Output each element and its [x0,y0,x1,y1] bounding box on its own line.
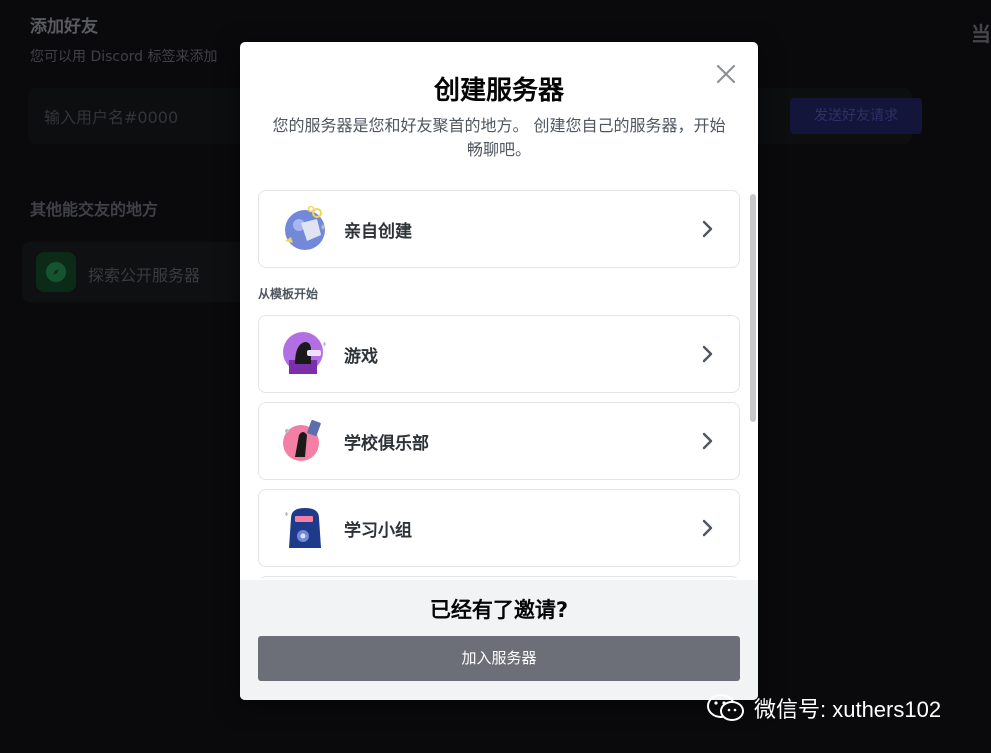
username-input[interactable]: 输入用户名#0000 [44,104,178,128]
template-next-option[interactable] [258,576,740,578]
explore-public-servers-button[interactable]: 探索公开服务器 [22,242,262,302]
chevron-right-icon [697,518,717,538]
add-friend-subtitle: 您可以用 Discord 标签来添加 [30,49,218,65]
add-friend-title: 添加好友 [30,17,98,37]
wechat-icon [707,694,744,721]
options-scroll-area: 亲自创建 从模板开始 游戏 学校俱乐部 学习小组 [240,190,758,578]
explore-label: 探索公开服务器 [88,266,201,285]
template-school-club-option[interactable]: 学校俱乐部 [258,402,740,480]
chevron-right-icon [697,344,717,364]
gaming-icon [281,330,329,378]
modal-footer: 已经有了邀请? 加入服务器 [240,580,758,700]
modal-title: 创建服务器 [433,76,564,106]
chevron-right-icon [697,431,717,451]
study-group-icon [281,504,329,552]
chevron-right-icon [697,219,717,239]
create-my-own-option[interactable]: 亲自创建 [258,190,740,268]
template-label: 游戏 [344,347,378,367]
have-invite-title: 已经有了邀请? [429,598,569,622]
create-my-own-label: 亲自创建 [344,222,412,242]
templates-heading: 从模板开始 [258,287,319,301]
template-label: 学习小组 [344,521,412,541]
watermark-text: 微信号: xuthers102 [754,697,942,722]
template-label: 学校俱乐部 [344,434,429,454]
wechat-watermark: 微信号: xuthers102 [706,690,941,726]
join-server-button[interactable]: 加入服务器 [258,636,740,681]
compass-icon [36,252,76,292]
create-server-modal: 创建服务器 您的服务器是您和好友聚首的地方。 创建您自己的服务器，开始畅聊吧。 … [240,42,758,700]
corner-text: 当 [971,22,991,46]
template-study-group-option[interactable]: 学习小组 [258,489,740,567]
create-own-icon [281,205,329,253]
modal-description: 您的服务器是您和好友聚首的地方。 创建您自己的服务器，开始畅聊吧。 [272,116,726,159]
template-gaming-option[interactable]: 游戏 [258,315,740,393]
send-friend-request-button[interactable]: 发送好友请求 [790,98,922,134]
other-places-title: 其他能交友的地方 [30,200,159,219]
options-scrollbar[interactable] [750,194,756,422]
school-club-icon [281,417,329,465]
